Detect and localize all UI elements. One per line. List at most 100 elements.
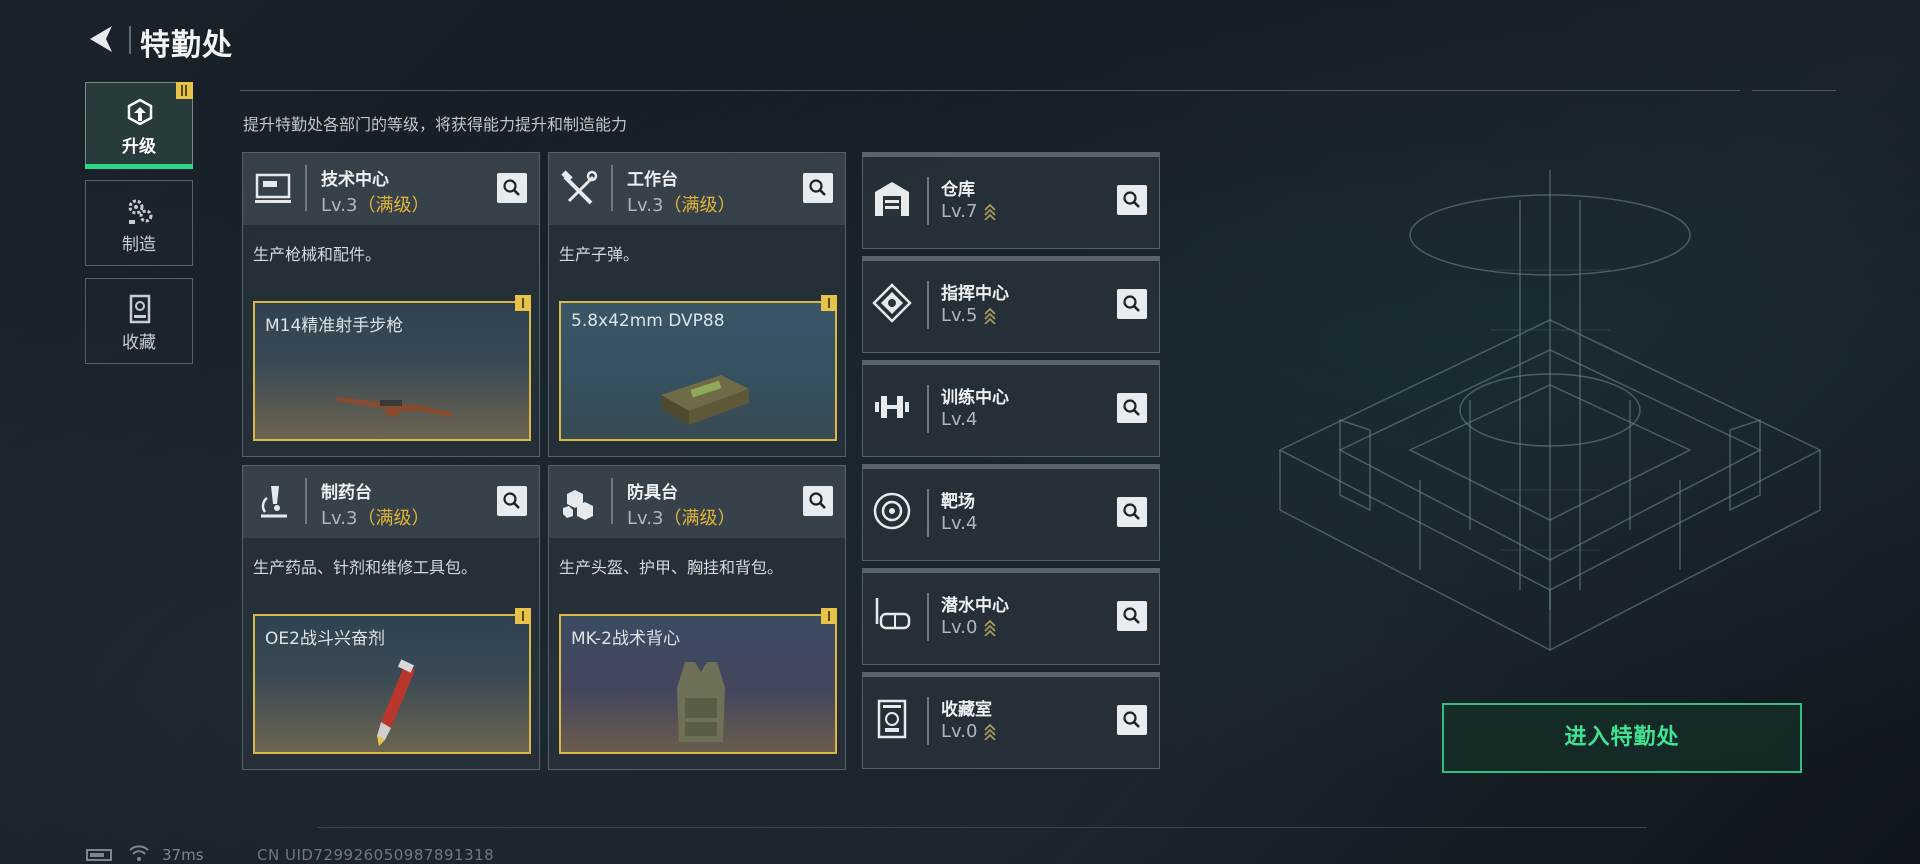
card-level: Lv.3（满级） [627, 195, 736, 216]
alert-badge-icon [821, 295, 837, 311]
craft-item-slot[interactable]: 5.8x42mm DVP88 [559, 295, 837, 441]
card-tech-center[interactable]: 技术中心 Lv.3（满级） 生产枪械和配件。 M14精准射手步枪 [242, 152, 540, 457]
armor-icon [563, 490, 593, 520]
room-level: Lv.0 [941, 617, 997, 638]
search-button[interactable] [497, 486, 527, 516]
room-name: 训练中心 [941, 388, 1009, 408]
rifle-image-icon [337, 397, 453, 417]
room-row-command-center[interactable]: 指挥中心 Lv.5 [862, 256, 1160, 353]
back-arrow-icon[interactable] [84, 22, 118, 56]
room-name: 收藏室 [941, 700, 992, 720]
room-row-shooting-range[interactable]: 靶场 Lv.4 [862, 464, 1160, 561]
warehouse-icon [875, 182, 909, 216]
user-uid: CN UID729926050987891318 [257, 846, 495, 864]
tab-craft-label: 制造 [122, 235, 156, 255]
enter-special-ops-button[interactable]: 进入特勤处 [1442, 703, 1802, 773]
search-button[interactable] [1117, 497, 1147, 527]
search-button[interactable] [497, 173, 527, 203]
card-workbench[interactable]: 工作台 Lv.3（满级） 生产子弹。 5.8x42mm DVP88 [548, 152, 846, 457]
room-level: Lv.4 [941, 513, 978, 534]
computer-icon [255, 173, 291, 203]
item-name: 5.8x42mm DVP88 [571, 311, 725, 331]
battery-icon [86, 849, 112, 861]
max-level-tag: （满级） [663, 195, 736, 216]
subtitle: 提升特勤处各部门的等级，将获得能力提升和制造能力 [243, 115, 628, 134]
item-name: OE2战斗兴奋剂 [265, 629, 385, 649]
craft-item-slot[interactable]: MK-2战术背心 [559, 608, 837, 754]
card-armor-bench[interactable]: 防具台 Lv.3（满级） 生产头盔、护甲、胸挂和背包。 MK-2战术背心 [548, 465, 846, 770]
search-icon [809, 179, 826, 196]
dumbbell-icon [875, 396, 909, 418]
gears-icon [128, 199, 153, 224]
page-title: 特勤处 [140, 28, 233, 63]
room-level: Lv.7 [941, 201, 997, 222]
search-button[interactable] [1117, 185, 1147, 215]
card-pharmacy[interactable]: 制药台 Lv.3（满级） 生产药品、针剂和维修工具包。 OE2战斗兴奋剂 [242, 465, 540, 770]
search-icon [503, 492, 520, 509]
card-level: Lv.3（满级） [627, 508, 736, 529]
card-divider [305, 478, 307, 524]
search-icon [503, 179, 520, 196]
header-divider [240, 90, 1740, 91]
card-name: 制药台 [321, 483, 372, 503]
card-divider [611, 478, 613, 524]
search-button[interactable] [1117, 601, 1147, 631]
craft-item-slot[interactable]: OE2战斗兴奋剂 [253, 608, 531, 754]
card-name: 工作台 [627, 170, 678, 190]
card-description: 生产子弹。 [559, 245, 640, 264]
card-description: 生产药品、针剂和维修工具包。 [253, 558, 478, 577]
pause-badge-icon [176, 82, 193, 99]
search-icon [1123, 711, 1140, 728]
craft-item-slot[interactable]: M14精准射手步枪 [253, 295, 531, 441]
search-icon [1123, 607, 1140, 624]
alert-badge-icon [821, 608, 837, 624]
row-top-bar [863, 569, 1159, 573]
title-divider [129, 26, 131, 54]
search-button[interactable] [1117, 393, 1147, 423]
room-name: 指挥中心 [941, 284, 1009, 304]
item-name: M14精准射手步枪 [265, 316, 404, 336]
search-button[interactable] [803, 173, 833, 203]
card-level: Lv.3（满级） [321, 195, 430, 216]
dive-mask-icon [875, 598, 911, 630]
row-top-bar [863, 153, 1159, 157]
room-row-dive-center[interactable]: 潜水中心 Lv.0 [862, 568, 1160, 665]
room-level: Lv.0 [941, 721, 997, 742]
base-hologram-illustration [1278, 170, 1822, 651]
search-icon [1123, 503, 1140, 520]
injector-image-icon [377, 659, 415, 746]
card-description: 生产头盔、护甲、胸挂和背包。 [559, 558, 784, 577]
card-name: 技术中心 [321, 170, 389, 190]
row-divider [927, 385, 929, 433]
tools-icon [561, 170, 598, 205]
search-icon [809, 492, 826, 509]
vest-image-icon [677, 662, 725, 742]
row-divider [927, 593, 929, 641]
room-row-warehouse[interactable]: 仓库 Lv.7 [862, 152, 1160, 249]
search-button[interactable] [1117, 289, 1147, 319]
card-description: 生产枪械和配件。 [253, 245, 382, 264]
alert-badge-icon [515, 295, 531, 311]
header-divider-right [1752, 90, 1836, 91]
tab-upgrade-label: 升级 [122, 137, 156, 157]
room-row-collection-room[interactable]: 收藏室 Lv.0 [862, 672, 1160, 769]
room-row-training-center[interactable]: 训练中心 Lv.4 [862, 360, 1160, 457]
row-divider [927, 281, 929, 329]
max-level-tag: （满级） [357, 195, 430, 216]
wifi-icon [129, 845, 149, 861]
card-header: 防具台 Lv.3（满级） [549, 466, 845, 538]
tab-craft[interactable]: 制造 [85, 180, 193, 266]
upgrade-chevron-icon [984, 203, 997, 220]
tab-collection[interactable]: 收藏 [85, 278, 193, 364]
max-level-tag: （满级） [357, 508, 430, 529]
upgrade-chevron-icon [984, 619, 997, 636]
upgrade-icon [127, 98, 153, 126]
row-divider [927, 489, 929, 537]
search-button[interactable] [1117, 705, 1147, 735]
room-level: Lv.4 [941, 409, 978, 430]
search-button[interactable] [803, 486, 833, 516]
search-icon [1123, 191, 1140, 208]
tab-collection-label: 收藏 [122, 333, 156, 353]
card-level: Lv.3（满级） [321, 508, 430, 529]
room-name: 潜水中心 [941, 596, 1009, 616]
